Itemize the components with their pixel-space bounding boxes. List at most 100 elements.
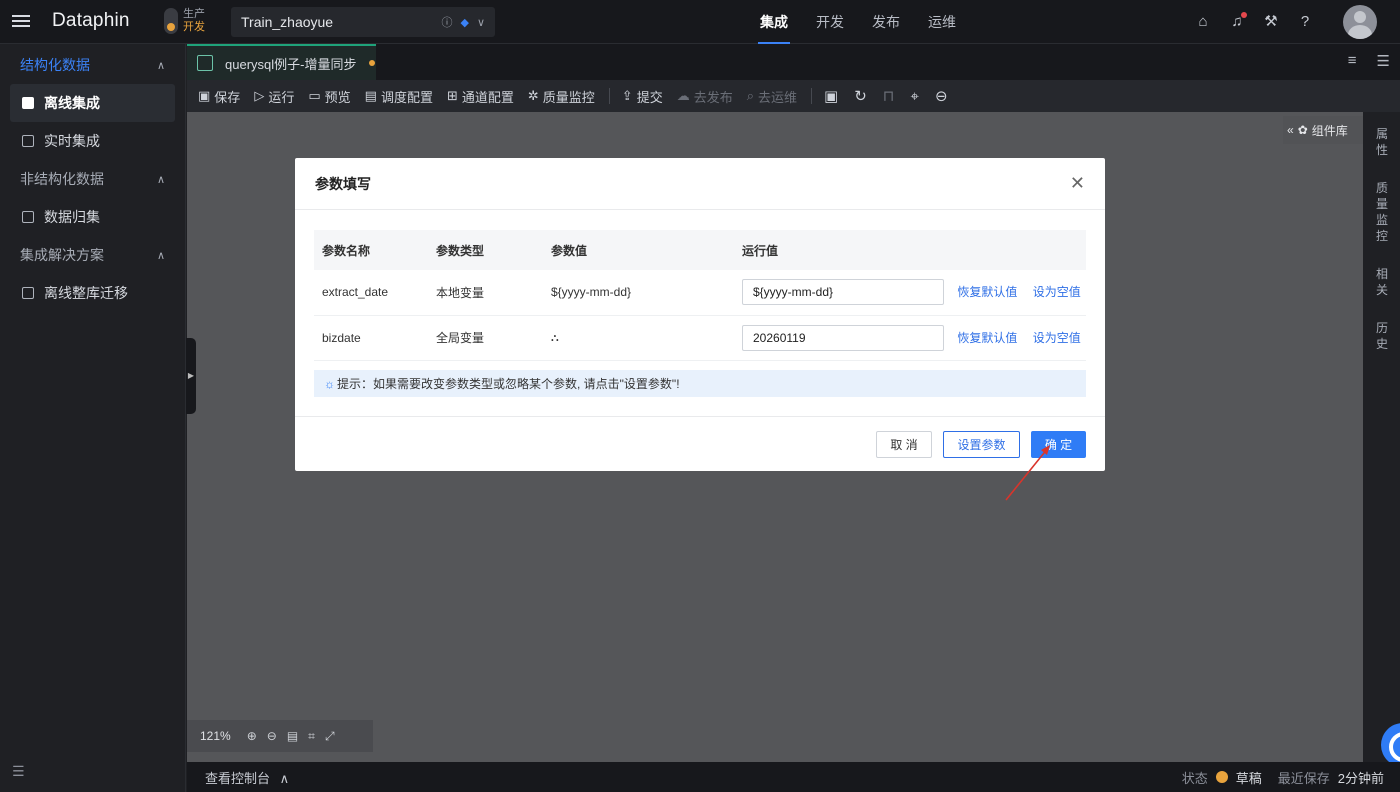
- sidebar-item-migration[interactable]: 离线整库迁移: [10, 274, 175, 312]
- sidebar-item-label: 实时集成: [44, 133, 100, 149]
- component-library-button[interactable]: « ✿ 组件库: [1283, 116, 1363, 144]
- collect-icon: [22, 211, 34, 223]
- sidebar-item-realtime[interactable]: 实时集成: [10, 122, 175, 160]
- quality-monitor-button[interactable]: ✲ 质量监控: [528, 87, 595, 106]
- rail-label: 属性: [1375, 127, 1388, 157]
- terminal-icon[interactable]: ▣: [824, 87, 838, 105]
- publish-button[interactable]: ☁ 去发布: [677, 87, 733, 106]
- sidebar-group-unstructured[interactable]: 非结构化数据 ∧: [0, 160, 185, 198]
- restore-default-link[interactable]: 恢复默认值: [957, 285, 1017, 299]
- sidebar-group-label: 集成解决方案: [20, 247, 104, 263]
- lock-icon[interactable]: ⊓: [883, 87, 895, 105]
- nav-integration[interactable]: 集成: [746, 0, 802, 44]
- saved-value: 2分钟前: [1337, 770, 1384, 786]
- quality-icon: ✲: [527, 88, 539, 103]
- preview-button[interactable]: ▭ 预览: [308, 87, 350, 106]
- more-icon[interactable]: ⊖: [935, 87, 948, 105]
- schedule-config-button[interactable]: ▤ 调度配置: [365, 87, 433, 106]
- preview-label: 预览: [324, 89, 351, 105]
- run-value-input[interactable]: [742, 279, 944, 306]
- cancel-button[interactable]: 取 消: [876, 431, 932, 458]
- annotation-arrow-icon: [1005, 445, 1050, 501]
- sidebar-item-label: 离线整库迁移: [44, 285, 128, 301]
- dialog-title: 参数填写: [315, 175, 371, 192]
- cloud-icon: ◆: [460, 16, 469, 29]
- restore-default-link[interactable]: 恢复默认值: [957, 331, 1017, 345]
- ops-label: 去运维: [758, 89, 798, 105]
- schedule-label: 调度配置: [380, 89, 433, 105]
- close-icon[interactable]: ✕: [1070, 173, 1085, 194]
- lightbulb-icon: ☼: [324, 376, 335, 391]
- task-icon[interactable]: ⌂: [1192, 11, 1214, 33]
- nav-ops[interactable]: 运维: [914, 0, 970, 44]
- fullscreen-icon[interactable]: ⤢: [325, 729, 335, 744]
- chevron-up-icon: ∧: [156, 59, 165, 72]
- layout-icon[interactable]: ▤: [287, 729, 298, 743]
- toolbar-divider: [608, 88, 610, 104]
- dialog-header: 参数填写 ✕: [295, 158, 1105, 210]
- sidebar: 结构化数据 ∧ 离线集成 实时集成 非结构化数据 ∧ 数据归集 集成解决方案 ∧…: [0, 44, 186, 792]
- run-value-cell: 恢复默认值 设为空值: [734, 315, 1086, 361]
- editor-toolbar: ▣ 保存 ▷ 运行 ▭ 预览 ▤ 调度配置 ⊞ 通道配置 ✲ 质量监控 ⇪ 提交 ☁ 去发布 ⌕…: [187, 80, 1400, 112]
- app-logo[interactable]: Dataphin: [52, 10, 130, 32]
- param-value: ⛬: [543, 315, 734, 361]
- rail-properties[interactable]: 属性: [1364, 126, 1400, 158]
- layers-icon[interactable]: ☰: [1377, 52, 1390, 70]
- schedule-icon: ▤: [364, 88, 377, 103]
- refresh-icon[interactable]: ↻: [854, 87, 867, 105]
- run-button[interactable]: ▷ 运行: [254, 87, 294, 106]
- param-name: bizdate: [314, 315, 428, 361]
- console-toggle[interactable]: 查看控制台 ∧: [205, 768, 1182, 787]
- env-toggle[interactable]: [164, 8, 178, 34]
- tab-label: querysql例子-增量同步: [225, 56, 357, 72]
- run-value-input[interactable]: [742, 324, 944, 351]
- ops-icon: ⌕: [746, 88, 755, 103]
- nav-publish[interactable]: 发布: [858, 0, 914, 44]
- zoom-out-icon[interactable]: ⊖: [267, 729, 277, 743]
- col-param-name: 参数名称: [314, 230, 428, 270]
- sidebar-group-label: 结构化数据: [20, 57, 90, 73]
- sidebar-group-structured[interactable]: 结构化数据 ∧: [0, 46, 185, 84]
- sidebar-item-offline[interactable]: 离线集成: [10, 84, 175, 122]
- hierarchy-icon: ⛬: [551, 332, 559, 344]
- zoom-in-icon[interactable]: ⊕: [247, 729, 257, 743]
- fit-icon[interactable]: ⌗: [308, 729, 315, 744]
- zoom-bar: 121% ⊕ ⊖ ▤ ⌗ ⤢: [187, 720, 373, 752]
- list-icon[interactable]: ≡: [1348, 52, 1357, 70]
- set-empty-link[interactable]: 设为空值: [1033, 285, 1081, 299]
- channel-config-button[interactable]: ⊞ 通道配置: [447, 87, 514, 106]
- avatar[interactable]: [1343, 5, 1377, 39]
- realtime-icon: [22, 135, 34, 147]
- help-icon[interactable]: ?: [1294, 11, 1316, 33]
- param-name: extract_date: [314, 270, 428, 316]
- sidebar-item-collect[interactable]: 数据归集: [10, 198, 175, 236]
- env-labels: 生产 开发: [183, 8, 205, 34]
- param-type: 本地变量: [428, 270, 543, 316]
- rail-related[interactable]: 相关: [1364, 266, 1400, 298]
- expand-panel-handle[interactable]: ▶: [186, 338, 196, 414]
- chevron-up-icon: ∧: [156, 173, 165, 186]
- component-library-label: 组件库: [1311, 123, 1348, 138]
- run-value-cell: 恢复默认值 设为空值: [734, 270, 1086, 316]
- tab-querysql[interactable]: querysql例子-增量同步: [187, 44, 376, 80]
- nav-develop[interactable]: 开发: [802, 0, 858, 44]
- status-value: 草稿: [1235, 770, 1262, 786]
- col-run-value: 运行值: [734, 230, 1086, 270]
- set-empty-link[interactable]: 设为空值: [1033, 331, 1081, 345]
- bell-icon[interactable]: ♫: [1226, 11, 1248, 33]
- chevron-up-icon: ∧: [279, 770, 290, 786]
- sidebar-group-solutions[interactable]: 集成解决方案 ∧: [0, 236, 185, 274]
- rail-quality[interactable]: 质量监控: [1364, 180, 1400, 244]
- save-button[interactable]: ▣ 保存: [198, 87, 240, 106]
- info-icon: ⓘ: [441, 17, 453, 29]
- hamburger-menu-icon[interactable]: [12, 12, 30, 32]
- collapse-sidebar-icon[interactable]: ☰: [12, 763, 25, 780]
- submit-button[interactable]: ⇪ 提交: [622, 87, 663, 106]
- submit-label: 提交: [636, 89, 663, 105]
- rail-history[interactable]: 历史: [1364, 320, 1400, 352]
- ops-button[interactable]: ⌕ 去运维: [747, 87, 797, 106]
- location-icon[interactable]: ⌖: [911, 88, 919, 105]
- project-selector[interactable]: Train_zhaoyue ⓘ ◆ ∨: [231, 7, 495, 37]
- toolbar-divider: [811, 88, 813, 104]
- wrench-icon[interactable]: ⚒: [1260, 11, 1282, 33]
